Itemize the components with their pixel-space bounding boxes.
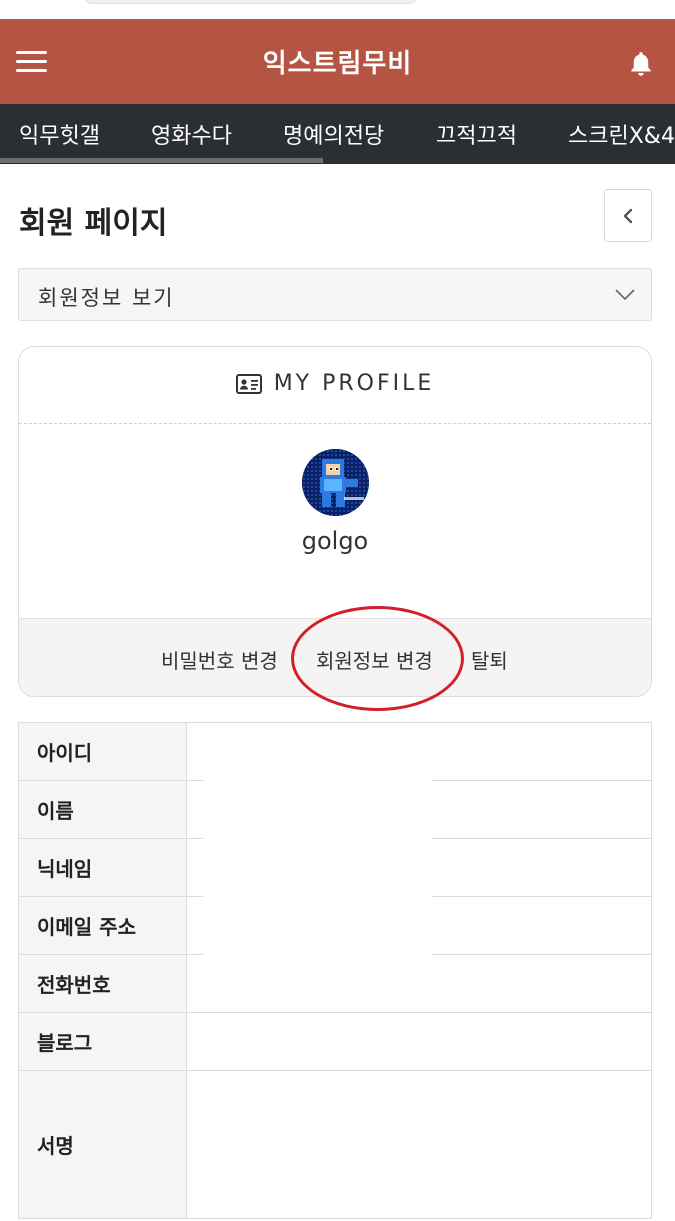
table-row: 서명 bbox=[18, 1070, 652, 1219]
nav-tab-5[interactable]: 스크린X&4 bbox=[568, 118, 675, 150]
profile-username: golgo bbox=[301, 527, 369, 555]
row-value bbox=[186, 1012, 652, 1071]
profile-actions: 비밀번호 변경 회원정보 변경 탈퇴 bbox=[19, 618, 651, 696]
category-nav: 익무힛갤 영화수다 명예의전당 끄적끄적 스크린X&4 bbox=[0, 104, 675, 164]
avatar[interactable] bbox=[302, 449, 369, 516]
row-label: 서명 bbox=[18, 1070, 187, 1219]
profile-card: MY PROFILE golgo 비밀번호 변경 회원정보 변경 탈퇴 bbox=[18, 346, 652, 697]
change-password-button[interactable]: 비밀번호 변경 bbox=[161, 645, 278, 674]
redacted-area bbox=[203, 770, 432, 1012]
view-select[interactable]: 회원정보 보기 bbox=[18, 268, 652, 321]
nav-tab-1[interactable]: 익무힛갤 bbox=[19, 118, 100, 150]
nav-tab-2[interactable]: 영화수다 bbox=[151, 118, 232, 150]
row-label: 이메일 주소 bbox=[18, 896, 187, 955]
profile-header-label: MY PROFILE bbox=[273, 371, 435, 396]
nav-scroll-indicator bbox=[0, 158, 323, 163]
back-button[interactable] bbox=[604, 189, 652, 242]
chevron-left-icon bbox=[623, 208, 633, 224]
nav-tab-4[interactable]: 끄적끄적 bbox=[436, 118, 517, 150]
withdraw-button[interactable]: 탈퇴 bbox=[471, 645, 508, 674]
chevron-down-icon bbox=[615, 289, 635, 301]
site-title[interactable]: 익스트림무비 bbox=[0, 43, 675, 80]
row-label: 블로그 bbox=[18, 1012, 187, 1071]
row-value bbox=[186, 1070, 652, 1219]
edit-info-button[interactable]: 회원정보 변경 bbox=[316, 645, 433, 674]
row-label: 닉네임 bbox=[18, 838, 187, 897]
browser-address-strip bbox=[0, 0, 675, 19]
view-select-value: 회원정보 보기 bbox=[38, 286, 175, 310]
row-label: 아이디 bbox=[18, 722, 187, 781]
table-row: 블로그 bbox=[18, 1012, 652, 1071]
bell-icon[interactable] bbox=[626, 49, 656, 79]
profile-card-header: MY PROFILE bbox=[19, 347, 651, 424]
row-label: 전화번호 bbox=[18, 954, 187, 1013]
nav-tab-3[interactable]: 명예의전당 bbox=[283, 118, 384, 150]
id-card-icon bbox=[235, 373, 262, 394]
top-app-bar: 익스트림무비 bbox=[0, 19, 675, 104]
page-title: 회원 페이지 bbox=[19, 206, 168, 241]
row-label: 이름 bbox=[18, 780, 187, 839]
url-bar[interactable] bbox=[84, 0, 418, 4]
